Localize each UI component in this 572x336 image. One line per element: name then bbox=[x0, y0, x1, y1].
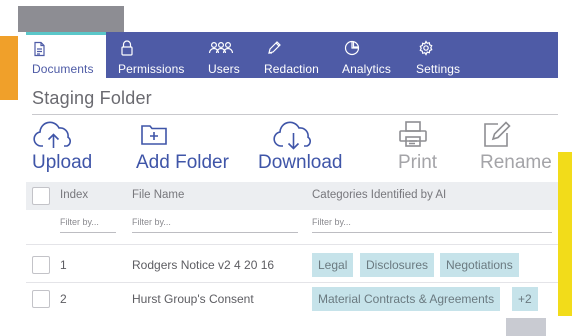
row-file-name[interactable]: Rodgers Notice v2 4 20 16 bbox=[132, 258, 274, 272]
filter-file-name-input[interactable] bbox=[132, 217, 298, 227]
category-tag[interactable]: Legal bbox=[312, 253, 354, 277]
row-divider bbox=[26, 244, 558, 245]
gear-icon bbox=[418, 40, 434, 56]
column-header-index[interactable]: Index bbox=[60, 189, 88, 201]
tab-settings[interactable]: Settings bbox=[416, 32, 476, 78]
page-title: Staging Folder bbox=[32, 88, 152, 108]
decorative-grey-block-bottom bbox=[506, 318, 546, 336]
column-header-categories[interactable]: Categories Identified by AI bbox=[312, 189, 446, 201]
users-icon bbox=[208, 40, 234, 56]
title-divider bbox=[32, 114, 558, 115]
filter-categories-input[interactable] bbox=[312, 217, 552, 227]
tab-permissions-label: Permissions bbox=[118, 62, 185, 76]
more-tags-badge[interactable]: +2 bbox=[512, 287, 538, 311]
top-nav-bar: Documents Permissions Users Redaction An… bbox=[26, 32, 558, 78]
decorative-grey-block bbox=[18, 6, 124, 32]
download-label: Download bbox=[258, 152, 343, 173]
rename-label: Rename bbox=[480, 152, 552, 173]
filter-file-name-underline bbox=[132, 232, 298, 233]
edit-icon bbox=[482, 120, 512, 153]
row-checkbox[interactable] bbox=[32, 290, 50, 308]
category-tag[interactable]: Material Contracts & Agreements bbox=[312, 287, 501, 311]
cloud-download-icon bbox=[272, 120, 316, 155]
row-index: 2 bbox=[60, 292, 67, 306]
tab-analytics[interactable]: Analytics bbox=[340, 32, 400, 78]
filter-index-input[interactable] bbox=[60, 217, 116, 227]
tab-documents-label: Documents bbox=[32, 62, 94, 76]
row-checkbox[interactable] bbox=[32, 256, 50, 274]
tab-documents[interactable]: Documents bbox=[26, 32, 106, 78]
column-header-file-name[interactable]: File Name bbox=[132, 189, 184, 201]
add-folder-label: Add Folder bbox=[136, 152, 229, 173]
lock-icon bbox=[120, 40, 136, 56]
tab-permissions[interactable]: Permissions bbox=[116, 32, 196, 78]
filter-categories-underline bbox=[312, 232, 552, 233]
row-file-name[interactable]: Hurst Group's Consent bbox=[132, 292, 254, 306]
pen-icon bbox=[266, 40, 282, 56]
row-index: 1 bbox=[60, 258, 67, 272]
decorative-orange-block bbox=[0, 36, 18, 100]
tab-redaction[interactable]: Redaction bbox=[260, 32, 330, 78]
select-all-checkbox[interactable] bbox=[32, 187, 50, 205]
document-icon bbox=[32, 41, 48, 57]
upload-label: Upload bbox=[32, 152, 93, 173]
tab-settings-label: Settings bbox=[416, 62, 461, 76]
row-divider bbox=[26, 282, 558, 283]
tab-users[interactable]: Users bbox=[206, 32, 246, 78]
cloud-upload-icon bbox=[32, 120, 76, 155]
print-label: Print bbox=[398, 152, 438, 173]
tab-users-label: Users bbox=[208, 62, 240, 76]
folder-plus-icon bbox=[140, 122, 168, 151]
tab-redaction-label: Redaction bbox=[264, 62, 319, 76]
category-tag[interactable]: Negotiations bbox=[440, 253, 519, 277]
filter-index-underline bbox=[60, 232, 116, 233]
table-header bbox=[26, 182, 558, 210]
printer-icon bbox=[398, 120, 428, 153]
pie-chart-icon bbox=[344, 40, 360, 56]
category-tag[interactable]: Disclosures bbox=[360, 253, 435, 277]
decorative-yellow-bar bbox=[558, 152, 572, 316]
tab-analytics-label: Analytics bbox=[342, 62, 391, 76]
